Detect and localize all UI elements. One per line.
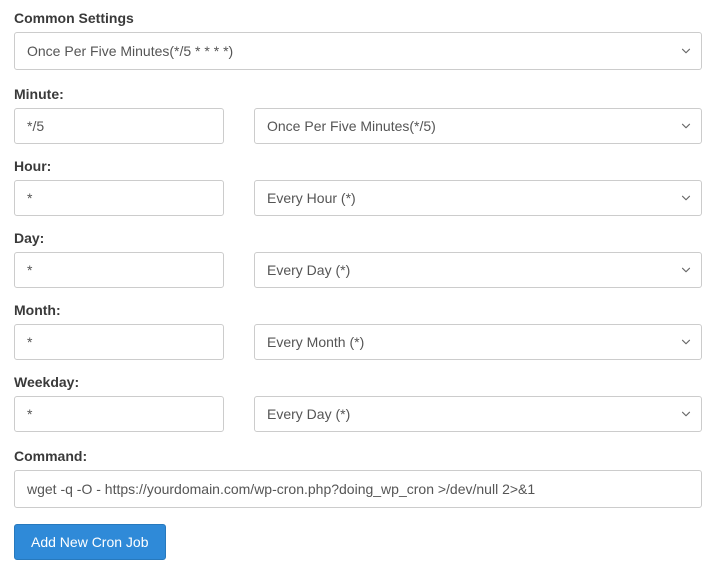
weekday-label: Weekday: xyxy=(14,374,702,390)
day-label: Day: xyxy=(14,230,702,246)
day-select[interactable]: Every Day (*) xyxy=(254,252,702,288)
minute-input[interactable] xyxy=(14,108,224,144)
command-label: Command: xyxy=(14,448,702,464)
day-input[interactable] xyxy=(14,252,224,288)
hour-select[interactable]: Every Hour (*) xyxy=(254,180,702,216)
weekday-select[interactable]: Every Day (*) xyxy=(254,396,702,432)
month-input[interactable] xyxy=(14,324,224,360)
common-settings-label: Common Settings xyxy=(14,10,702,26)
month-label: Month: xyxy=(14,302,702,318)
command-input[interactable] xyxy=(14,470,702,508)
common-settings-select[interactable]: Once Per Five Minutes(*/5 * * * *) xyxy=(14,32,702,70)
hour-label: Hour: xyxy=(14,158,702,174)
minute-select[interactable]: Once Per Five Minutes(*/5) xyxy=(254,108,702,144)
minute-label: Minute: xyxy=(14,86,702,102)
month-select[interactable]: Every Month (*) xyxy=(254,324,702,360)
add-new-cron-job-button[interactable]: Add New Cron Job xyxy=(14,524,166,560)
hour-input[interactable] xyxy=(14,180,224,216)
weekday-input[interactable] xyxy=(14,396,224,432)
